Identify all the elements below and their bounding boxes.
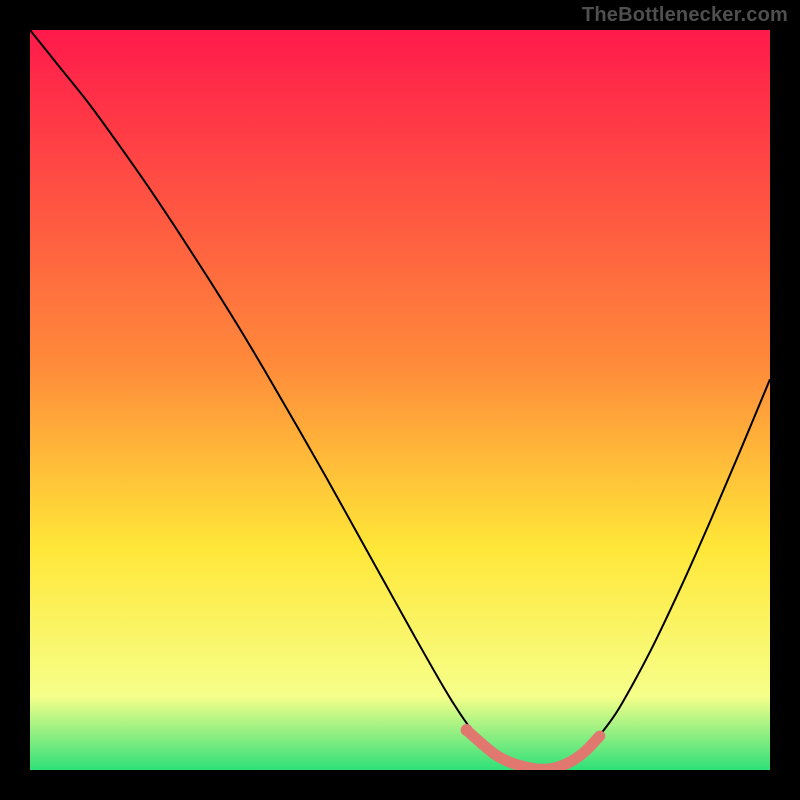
watermark-text: TheBottlenecker.com xyxy=(582,4,788,27)
gradient-background xyxy=(30,30,770,770)
chart-frame: TheBottlenecker.com xyxy=(0,0,800,800)
optimal-zone-dot xyxy=(461,724,473,736)
plot-area xyxy=(30,30,770,770)
chart-svg xyxy=(30,30,770,770)
